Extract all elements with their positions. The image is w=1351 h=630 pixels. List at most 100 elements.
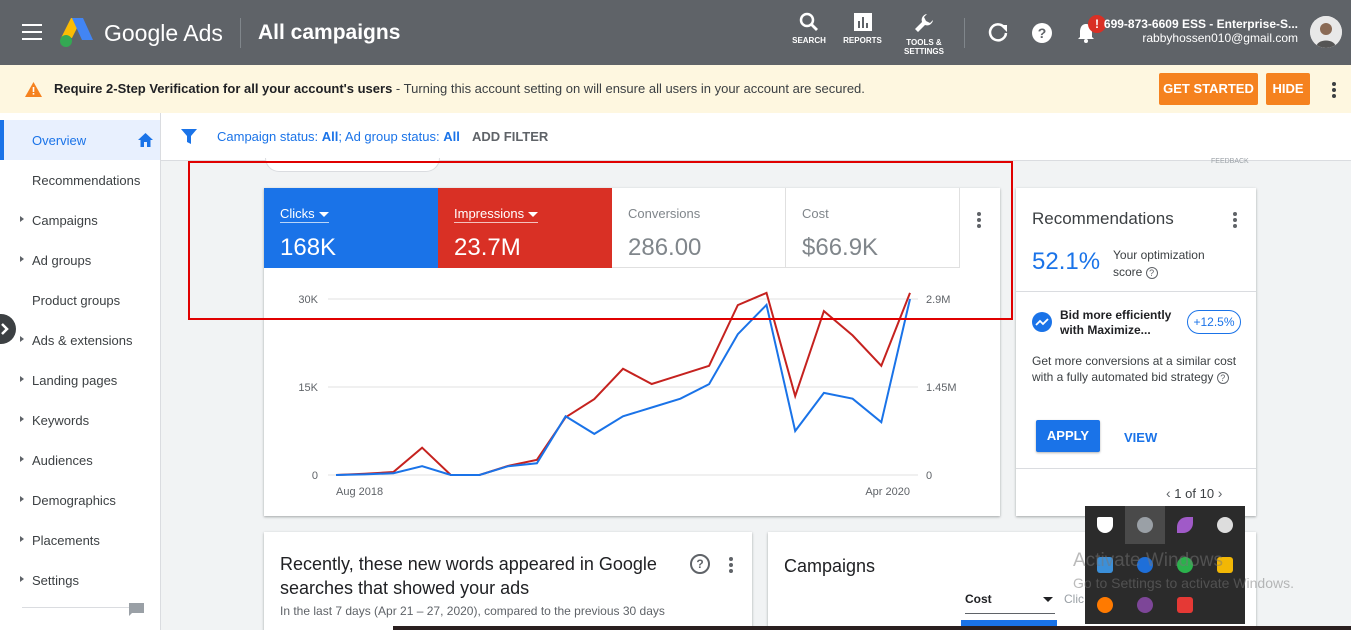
- chevron-right-icon: [20, 216, 24, 222]
- active-filters[interactable]: Campaign status: All; Ad group status: A…: [217, 129, 460, 144]
- chevron-left-icon[interactable]: ‹: [1166, 485, 1171, 501]
- campaign-status-value: All: [321, 129, 339, 144]
- sidebar-item-landing-pages[interactable]: Landing pages: [0, 360, 160, 400]
- rec-divider-2: [1016, 468, 1256, 469]
- ad-group-status-label: ; Ad group status:: [338, 129, 444, 144]
- avatar-image: [1310, 16, 1342, 48]
- score-label-line1: Your optimization: [1113, 248, 1205, 262]
- optimization-score-label: Your optimization score ?: [1113, 247, 1205, 281]
- sidebar-item-campaigns[interactable]: Campaigns: [0, 200, 160, 240]
- campaigns-title: Campaigns: [784, 556, 876, 576]
- two-step-banner: Require 2-Step Verification for all your…: [0, 65, 1351, 113]
- feather-icon[interactable]: [1165, 506, 1205, 544]
- sidebar-item-keywords[interactable]: Keywords: [0, 400, 160, 440]
- sidebar-item-label: Keywords: [32, 413, 90, 428]
- x-tick-label: Aug 2018: [336, 486, 383, 498]
- tools-settings-tool[interactable]: TOOLS & SETTINGS: [899, 12, 949, 56]
- recommendations-card: Recommendations 52.1% Your optimization …: [1016, 188, 1256, 516]
- campaigns-sort-select[interactable]: Cost: [965, 592, 1055, 614]
- hide-button[interactable]: HIDE: [1266, 73, 1310, 105]
- anydesk-icon[interactable]: [1165, 586, 1205, 624]
- dropdown-arrow-icon: [1043, 597, 1053, 602]
- header-divider: [240, 18, 241, 48]
- sort-select-value: Cost: [965, 592, 992, 606]
- reports-icon: [853, 13, 872, 31]
- new-search-words-card: Recently, these new words appeared in Go…: [264, 532, 752, 630]
- sidebar-item-ad-groups[interactable]: Ad groups: [0, 240, 160, 280]
- sidebar-item-label: Campaigns: [32, 213, 98, 228]
- sidebar-item-label: Product groups: [32, 293, 121, 308]
- banner-body: - Turning this account setting on will e…: [392, 81, 865, 96]
- defender-icon[interactable]: [1085, 506, 1125, 544]
- snipping-tool-icon[interactable]: [1205, 506, 1245, 544]
- sidebar-item-ads-extensions[interactable]: Ads & extensions: [0, 320, 160, 360]
- help-icon[interactable]: ?: [1031, 22, 1053, 44]
- chevron-right-icon: [20, 256, 24, 262]
- reports-tool-label: REPORTS: [843, 36, 882, 45]
- cloud-offline-icon[interactable]: [1125, 506, 1165, 544]
- sidebar-item-label: Demographics: [32, 493, 116, 508]
- y-left-tick-label: 0: [312, 470, 318, 482]
- sidebar-item-label: Recommendations: [32, 173, 141, 188]
- metric-column-select[interactable]: Clic: [1064, 592, 1084, 606]
- view-button[interactable]: VIEW: [1124, 430, 1157, 445]
- filter-bar: Campaign status: All; Ad group status: A…: [161, 113, 1351, 165]
- avast-icon[interactable]: [1085, 586, 1125, 624]
- sidebar-item-demographics[interactable]: Demographics: [0, 480, 160, 520]
- bid-title-line1: Bid more efficiently: [1060, 308, 1172, 322]
- sidebar-item-recommendations[interactable]: Recommendations: [0, 160, 160, 200]
- y-right-tick-label: 0: [926, 470, 932, 482]
- sidebar-item-placements[interactable]: Placements: [0, 520, 160, 560]
- sidebar-item-label: Overview: [32, 133, 87, 148]
- sidebar-divider: [22, 607, 144, 608]
- score-label-line2: score: [1113, 265, 1143, 279]
- sidebar-item-product-groups[interactable]: Product groups: [0, 280, 160, 320]
- y-right-tick-label: 1.45M: [926, 382, 957, 394]
- activate-windows-title: Activate Windows: [1073, 550, 1223, 571]
- reports-tool[interactable]: REPORTS: [840, 12, 885, 45]
- y-left-tick-label: 15K: [298, 382, 318, 394]
- chevron-right-icon: [20, 336, 24, 342]
- recommendations-more-icon[interactable]: [1233, 212, 1237, 230]
- search-tool-label: SEARCH: [792, 36, 826, 45]
- top-bar: Google Ads All campaigns SEARCH REPORTS …: [0, 0, 1351, 65]
- feedback-link[interactable]: FEEDBACK: [1211, 158, 1249, 165]
- chevron-right-icon: [20, 416, 24, 422]
- account-info[interactable]: 699-873-6609 ESS - Enterprise-S... rabby…: [1104, 17, 1298, 45]
- search-tool[interactable]: SEARCH: [789, 12, 829, 45]
- feedback-icon[interactable]: [129, 603, 144, 616]
- search-icon: [799, 12, 818, 31]
- recommendations-title: Recommendations: [1032, 209, 1174, 228]
- sidebar-item-audiences[interactable]: Audiences: [0, 440, 160, 480]
- banner-more-icon[interactable]: [1332, 82, 1336, 100]
- sidebar-item-settings[interactable]: Settings: [0, 560, 160, 600]
- bid-desc-text: Get more conversions at a similar cost w…: [1032, 354, 1237, 384]
- new-words-more-icon[interactable]: [729, 557, 733, 575]
- home-icon: [138, 133, 153, 147]
- tools-label-line2: SETTINGS: [903, 47, 944, 56]
- header-divider-2: [964, 18, 965, 48]
- google-ads-logo: [60, 18, 93, 47]
- filter-icon[interactable]: [181, 129, 197, 145]
- help-icon[interactable]: ?: [690, 554, 710, 574]
- get-started-button[interactable]: GET STARTED: [1159, 73, 1258, 105]
- sidebar-item-label: Ads & extensions: [32, 333, 133, 348]
- apply-button[interactable]: APPLY: [1036, 420, 1100, 452]
- chevron-right-icon[interactable]: ›: [1218, 485, 1223, 501]
- sidebar-item-label: Landing pages: [32, 373, 118, 388]
- help-icon[interactable]: ?: [1145, 267, 1158, 279]
- new-words-subtitle: In the last 7 days (Apr 21 – 27, 2020), …: [280, 604, 665, 618]
- tor-icon[interactable]: [1125, 586, 1165, 624]
- bid-recommendation-title: Bid more efficiently with Maximize...: [1060, 308, 1171, 338]
- add-filter-button[interactable]: ADD FILTER: [472, 129, 548, 144]
- avatar[interactable]: [1310, 16, 1342, 48]
- sidebar-item-label: Settings: [32, 573, 79, 588]
- refresh-icon[interactable]: [987, 22, 1009, 44]
- help-icon[interactable]: ?: [1216, 371, 1229, 384]
- recommendations-pager: ‹ 1 of 10 ›: [1166, 485, 1222, 501]
- taskbar-edge: [393, 626, 1351, 630]
- banner-text: Require 2-Step Verification for all your…: [54, 81, 865, 96]
- sidebar-item-overview[interactable]: Overview: [0, 120, 160, 160]
- sidebar-item-label: Placements: [32, 533, 100, 548]
- menu-icon[interactable]: [22, 24, 42, 40]
